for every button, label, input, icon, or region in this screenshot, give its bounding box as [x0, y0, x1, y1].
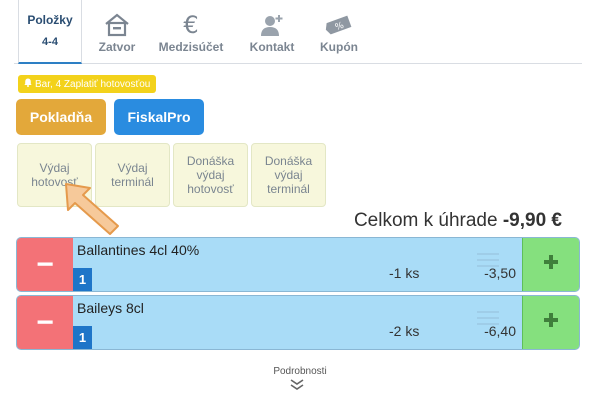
tab-polozky-label: Položky [27, 13, 73, 27]
details-link[interactable]: Podrobnosti [0, 366, 600, 377]
quantity-badge: 1 [73, 268, 92, 291]
tab-zatvor-label: Zatvor [98, 40, 136, 54]
option-line: Výdaj [117, 161, 148, 175]
total-value: -9,90 € [502, 210, 562, 231]
tab-kontakt-label: Kontakt [249, 40, 295, 54]
tab-polozky-count: 4-4 [42, 36, 58, 48]
plus-icon [544, 313, 558, 332]
payment-notice-badge: Bar, 4 Zaplatiť hotovosťou [18, 75, 157, 93]
tab-kontakt[interactable]: Kontakt [244, 0, 300, 64]
item-price: -3,50 [484, 265, 516, 281]
option-donaska-vydaj-hotovost[interactable]: Donáška výdaj hotovosť [173, 143, 248, 207]
item-quantity: -2 ks [389, 323, 420, 339]
minus-icon: − [36, 305, 54, 339]
house-icon [104, 13, 130, 37]
pointer-arrow-icon [60, 178, 130, 243]
tab-kupon[interactable]: % Kupón [311, 0, 367, 64]
option-line: hotovosť [187, 182, 234, 196]
option-line: výdaj [274, 168, 303, 182]
increase-button[interactable] [522, 238, 579, 291]
option-line: Donáška [264, 154, 313, 168]
fiskalpro-button[interactable]: FiskalPro [114, 99, 204, 135]
option-line: Donáška [186, 154, 235, 168]
item-price: -6,40 [484, 323, 516, 339]
payment-notice-text: Bar, 4 Zaplatiť hotovosťou [35, 78, 151, 90]
option-line: výdaj [196, 168, 225, 182]
person-add-icon [259, 13, 285, 37]
list-item[interactable]: − Ballantines 4cl 40% 1 -1 ks -3,50 [16, 237, 580, 292]
item-quantity: -1 ks [389, 265, 420, 281]
tab-zatvor[interactable]: Zatvor [92, 0, 142, 64]
bell-icon [24, 78, 32, 90]
svg-text:€: € [183, 13, 198, 37]
tab-medzisucet-label: Medzisúčet [158, 40, 224, 54]
top-nav: Položky 4-4 Zatvor € Medzisúčet Kontakt … [14, 0, 582, 64]
increase-button[interactable] [522, 296, 579, 349]
total-label: Celkom k úhrade [353, 210, 498, 231]
decrease-button[interactable]: − [17, 238, 73, 291]
decrease-button[interactable]: − [17, 296, 73, 349]
quantity-badge: 1 [73, 326, 92, 349]
coupon-tag-icon: % [324, 13, 354, 37]
option-donaska-vydaj-terminal[interactable]: Donáška výdaj terminál [251, 143, 326, 207]
tab-kupon-label: Kupón [320, 40, 358, 54]
euro-icon: € [180, 13, 202, 37]
plus-icon [544, 255, 558, 274]
list-item[interactable]: − Baileys 8cl 1 -2 ks -6,40 [16, 295, 580, 350]
tab-medzisucet[interactable]: € Medzisúčet [156, 0, 226, 64]
minus-icon: − [36, 247, 54, 281]
item-name: Ballantines 4cl 40% [77, 242, 200, 258]
option-line: terminál [267, 182, 310, 196]
total-due: Celkom k úhrade -9,90 € [354, 210, 562, 232]
item-name: Baileys 8cl [77, 300, 144, 316]
tab-polozky[interactable]: Položky 4-4 [18, 0, 82, 64]
chevron-double-down-icon[interactable] [289, 377, 305, 395]
option-line: Výdaj [39, 161, 70, 175]
pokladna-button[interactable]: Pokladňa [16, 99, 106, 135]
